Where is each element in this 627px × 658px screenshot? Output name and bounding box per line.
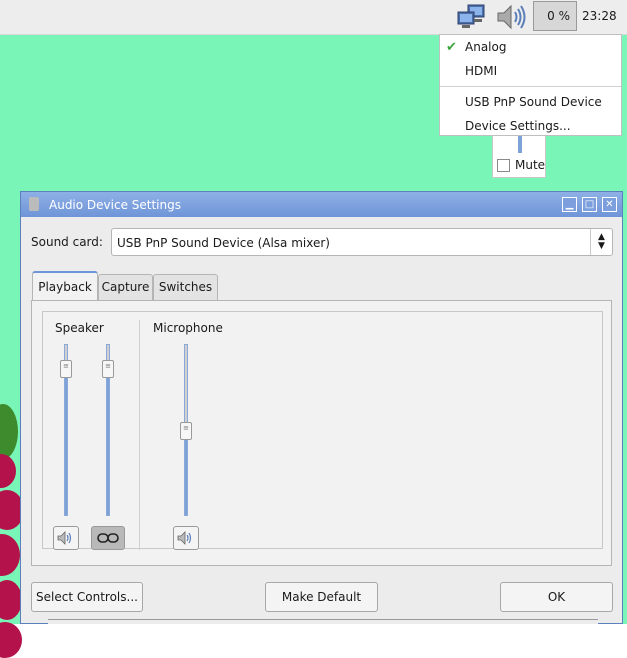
speaker-icon: [177, 531, 192, 545]
speaker-right-slider-handle[interactable]: ≡: [102, 360, 114, 378]
sound-card-value: USB PnP Sound Device (Alsa mixer): [117, 236, 330, 250]
menu-item-hdmi[interactable]: HDMI: [465, 64, 497, 78]
playback-panel: Speaker ≡ ≡ Microphone ≡: [31, 300, 612, 566]
lock-channels-toggle[interactable]: [91, 526, 125, 550]
controls-frame: Speaker ≡ ≡ Microphone ≡: [42, 311, 603, 550]
ok-button[interactable]: OK: [500, 582, 613, 612]
close-button[interactable]: ✕: [602, 197, 617, 212]
menu-item-device-settings[interactable]: Device Settings...: [465, 119, 571, 133]
sound-card-label: Sound card:: [31, 235, 103, 249]
tab-switches[interactable]: Switches: [153, 274, 218, 300]
speaker-mute-toggle[interactable]: [53, 526, 79, 550]
taskbar-edge: [48, 619, 598, 624]
chevron-up-down-icon: ▲ ▼: [590, 229, 612, 255]
mute-checkbox[interactable]: [497, 159, 510, 172]
group-separator: [139, 320, 140, 550]
microphone-slider-handle[interactable]: ≡: [180, 422, 192, 440]
checkmark-icon: ✔: [446, 40, 457, 55]
title-bar[interactable]: Audio Device Settings ▁ □ ✕: [21, 192, 622, 217]
minimize-button[interactable]: ▁: [562, 197, 577, 212]
sound-card-select[interactable]: USB PnP Sound Device (Alsa mixer) ▲ ▼: [111, 228, 613, 256]
app-icon: [29, 197, 39, 211]
menu-separator: [440, 86, 621, 87]
mute-label: Mute: [515, 158, 546, 172]
top-panel: 0 % 23:28: [0, 0, 627, 35]
audio-output-menu: ✔ Analog HDMI USB PnP Sound Device Devic…: [439, 34, 622, 136]
make-default-button[interactable]: Make Default: [265, 582, 378, 612]
chain-link-icon: [97, 533, 119, 543]
network-icon[interactable]: [456, 4, 488, 33]
speaker-label: Speaker: [55, 321, 104, 335]
speaker-icon[interactable]: [494, 3, 528, 34]
tab-capture[interactable]: Capture: [98, 274, 153, 300]
clock[interactable]: 23:28: [582, 9, 617, 23]
maximize-button[interactable]: □: [582, 197, 597, 212]
microphone-mute-toggle[interactable]: [173, 526, 199, 550]
volume-popup: Mute: [492, 130, 546, 178]
tab-playback[interactable]: Playback: [32, 271, 98, 301]
microphone-label: Microphone: [153, 321, 223, 335]
audio-device-settings-window: Audio Device Settings ▁ □ ✕ Sound card: …: [20, 191, 623, 624]
speaker-icon: [57, 531, 72, 545]
menu-item-usb-device[interactable]: USB PnP Sound Device: [465, 95, 602, 109]
speaker-left-slider-handle[interactable]: ≡: [60, 360, 72, 378]
select-controls-button[interactable]: Select Controls...: [31, 582, 143, 612]
cpu-usage-monitor[interactable]: 0 %: [533, 1, 577, 31]
menu-item-analog[interactable]: Analog: [465, 40, 506, 54]
window-title: Audio Device Settings: [49, 198, 181, 212]
